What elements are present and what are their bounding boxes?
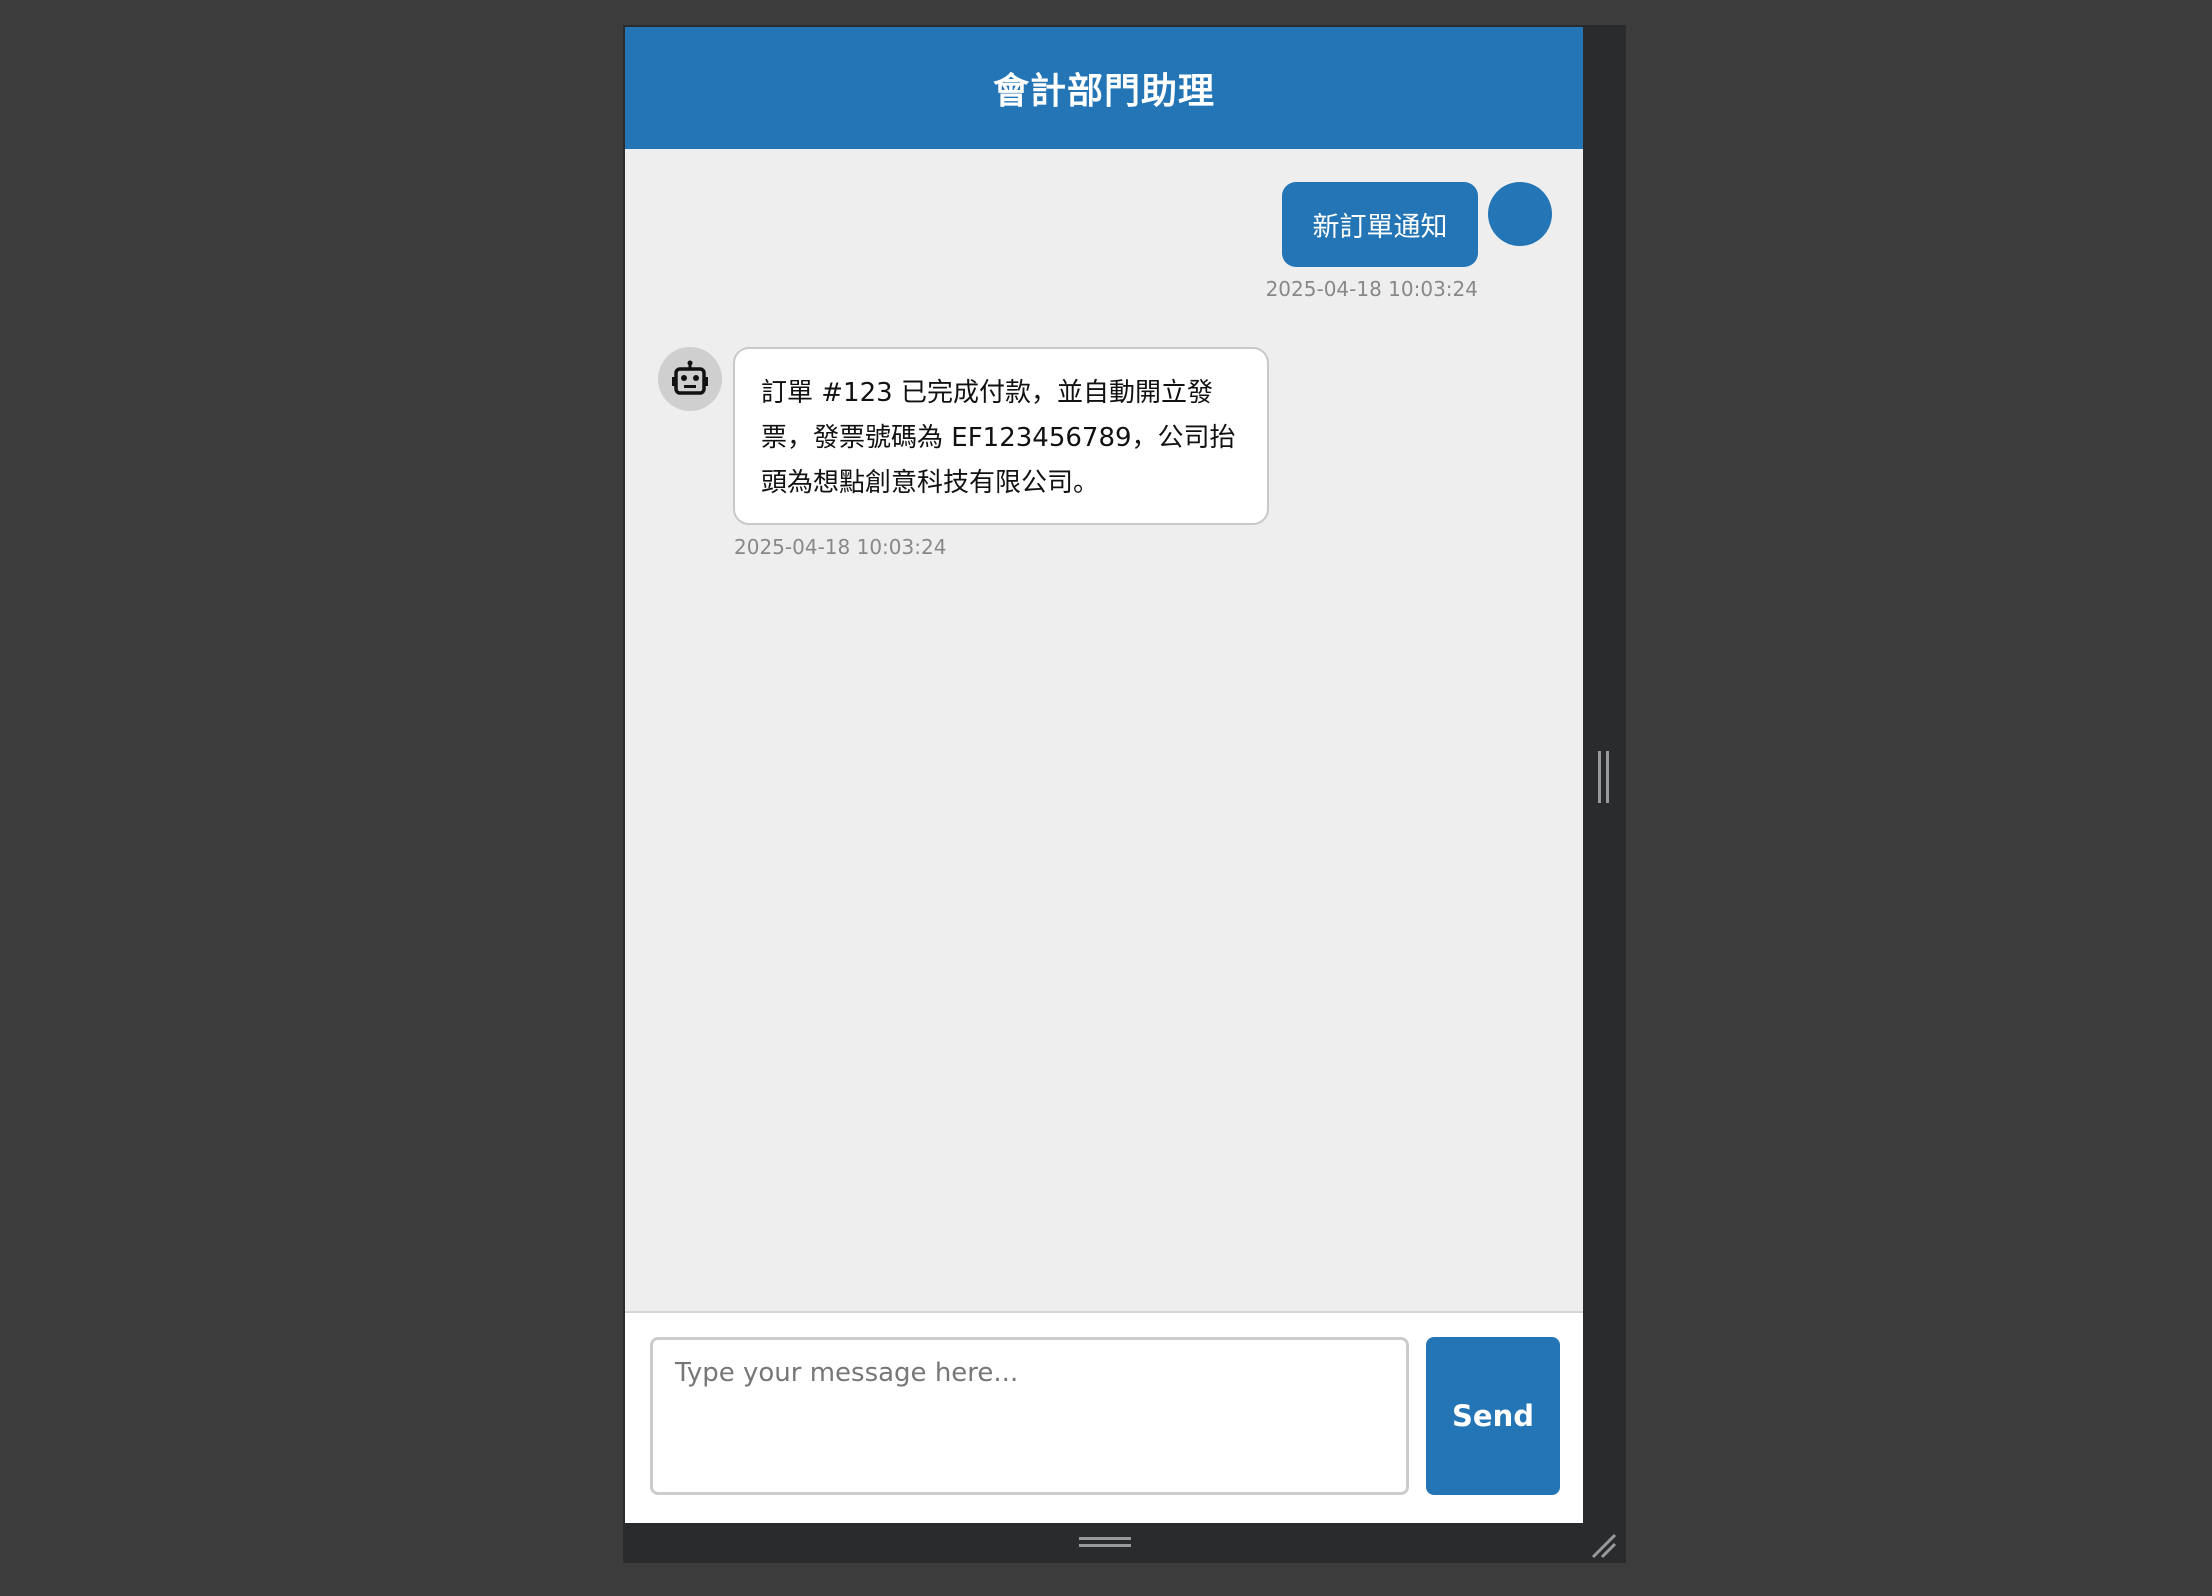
- bot-message-bubble: 訂單 #123 已完成付款，並自動開立發票，發票號碼為 EF123456789，…: [733, 347, 1269, 525]
- composer: Send: [625, 1313, 1583, 1523]
- corner-resize-grip-icon[interactable]: [1588, 1530, 1618, 1560]
- bot-message-timestamp: 2025-04-18 10:03:24: [734, 535, 947, 559]
- message-input[interactable]: [650, 1337, 1409, 1495]
- user-message-timestamp: 2025-04-18 10:03:24: [1265, 277, 1478, 301]
- chat-window: 會計部門助理 新訂單通知 2025-04-18 10:03:24 訂單 #123…: [625, 27, 1583, 1523]
- chat-header: 會計部門助理: [625, 27, 1583, 149]
- user-avatar: [1488, 182, 1552, 246]
- bot-message-text: 訂單 #123 已完成付款，並自動開立發票，發票號碼為 EF123456789，…: [761, 378, 1236, 498]
- user-message-text: 新訂單通知: [1312, 212, 1448, 243]
- bot-avatar: [658, 347, 722, 411]
- bottom-resize-handle[interactable]: [1079, 1537, 1131, 1549]
- chat-widget-frame: 會計部門助理 新訂單通知 2025-04-18 10:03:24 訂單 #123…: [623, 25, 1626, 1563]
- robot-icon: [672, 360, 708, 395]
- user-message-bubble: 新訂單通知: [1282, 182, 1478, 267]
- send-button[interactable]: Send: [1426, 1337, 1560, 1495]
- chat-title: 會計部門助理: [992, 71, 1215, 112]
- side-resize-handle[interactable]: [1598, 751, 1610, 803]
- message-list[interactable]: 新訂單通知 2025-04-18 10:03:24 訂單 #123 已完成付款，…: [625, 149, 1583, 1311]
